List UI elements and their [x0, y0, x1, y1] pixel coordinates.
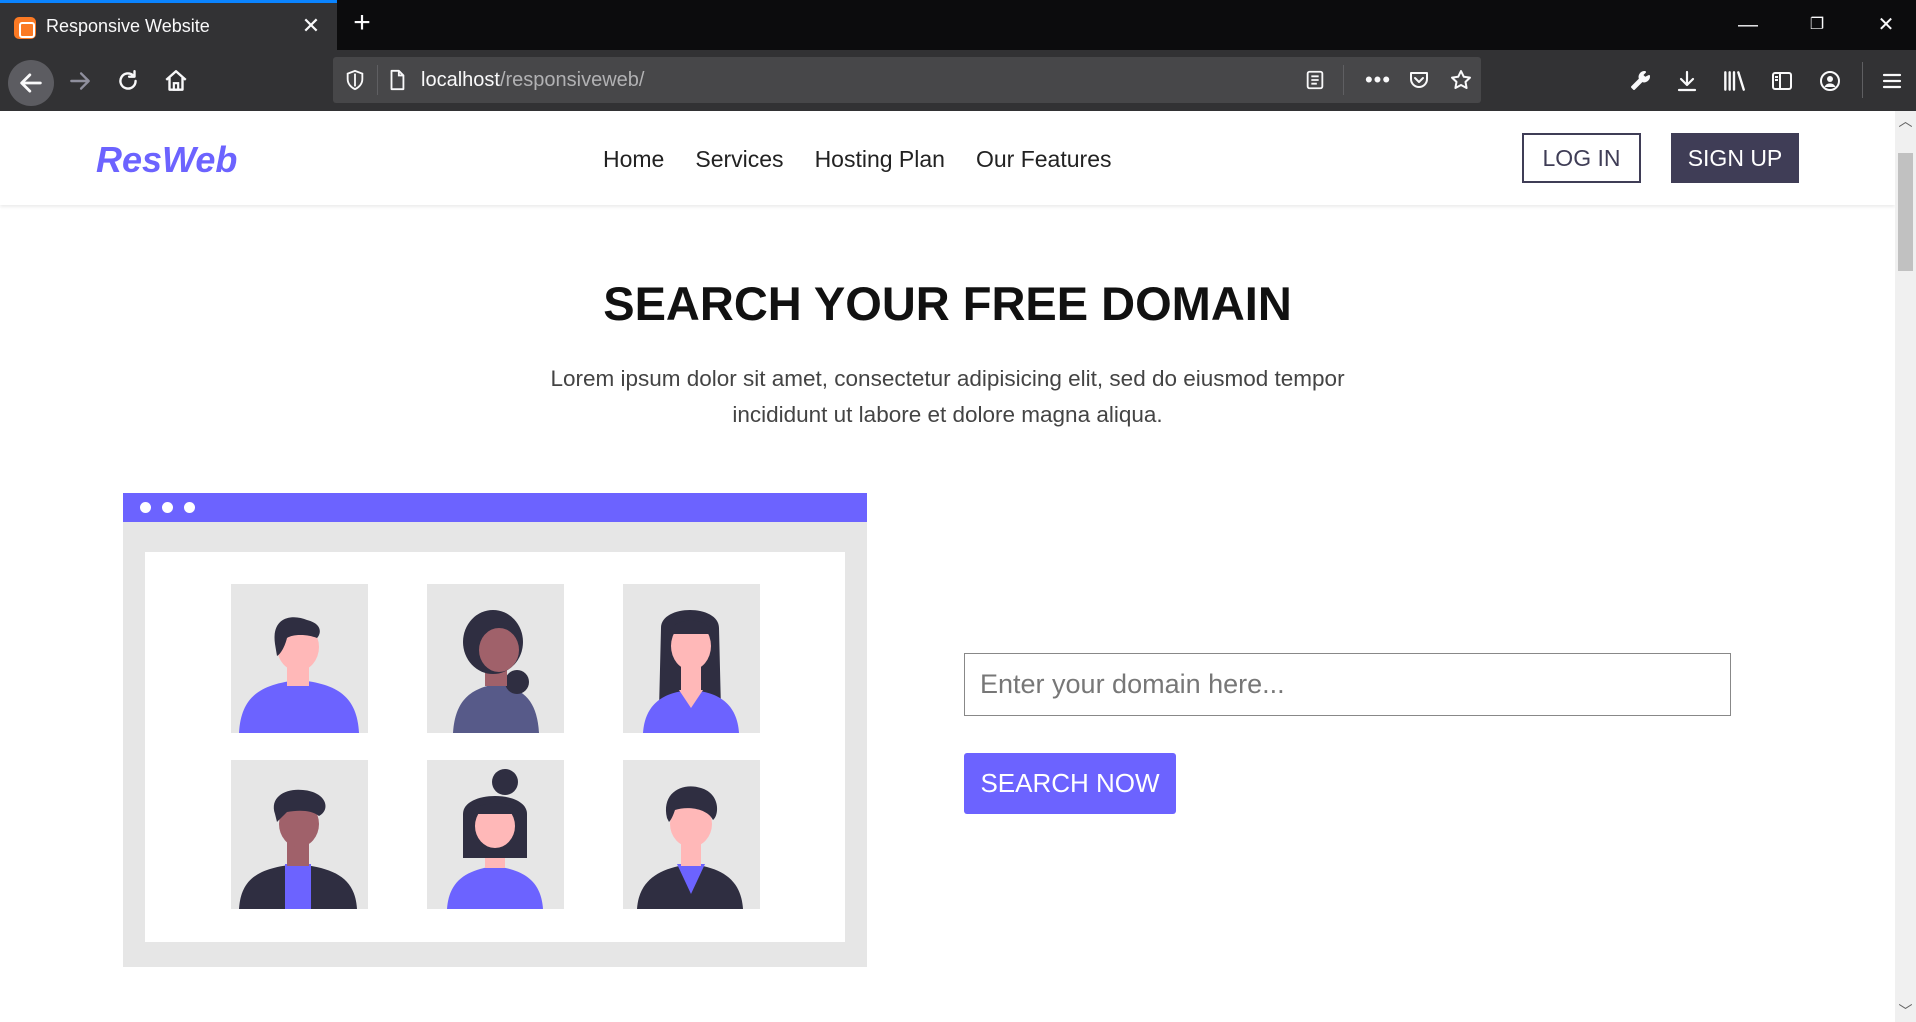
scroll-down-icon[interactable]: ﹀ [1895, 1001, 1916, 1022]
forward-icon[interactable] [60, 61, 100, 101]
site-header: ResWeb Home Services Hosting Plan Our Fe… [0, 111, 1895, 205]
hero-subtitle-line-1: Lorem ipsum dolor sit amet, consectetur … [550, 366, 1345, 391]
person-avatar-icon [623, 760, 760, 909]
nav-home[interactable]: Home [603, 146, 664, 173]
url-bar[interactable]: localhost/responsiveweb/ ••• [333, 57, 1481, 103]
library-icon[interactable] [1714, 61, 1754, 101]
illustration-window-bar [123, 493, 867, 522]
search-now-button[interactable]: SEARCH NOW [964, 753, 1176, 814]
illustration-panel [145, 552, 845, 942]
login-button[interactable]: LOG IN [1522, 133, 1641, 183]
domain-search-input[interactable] [964, 653, 1731, 716]
person-avatar-icon [427, 760, 564, 909]
shield-icon[interactable] [335, 60, 375, 100]
browser-nav-bar: localhost/responsiveweb/ ••• [0, 50, 1916, 111]
site-logo[interactable]: ResWeb [96, 139, 237, 181]
download-icon[interactable] [1667, 61, 1707, 101]
reload-icon[interactable] [108, 61, 148, 101]
url-host: localhost [421, 69, 500, 91]
bookmark-star-icon[interactable] [1441, 60, 1481, 100]
browser-tab[interactable]: Responsive Website ✕ [0, 0, 337, 50]
scroll-thumb[interactable] [1898, 153, 1913, 271]
home-icon[interactable] [156, 61, 196, 101]
window-dot-icon [184, 502, 195, 513]
hero-subtitle-line-2: incididunt ut labore et dolore magna ali… [732, 402, 1163, 427]
nav-our-features[interactable]: Our Features [976, 146, 1112, 173]
hero-subtitle: Lorem ipsum dolor sit amet, consectetur … [510, 361, 1385, 433]
nav-services[interactable]: Services [695, 146, 783, 173]
person-avatar-icon [623, 584, 760, 733]
window-close-icon[interactable]: ✕ [1866, 10, 1906, 40]
url-path: /responsiveweb/ [499, 69, 645, 91]
person-avatar-icon [231, 760, 368, 909]
tab-close-icon[interactable]: ✕ [299, 14, 323, 38]
person-avatar-icon [231, 584, 368, 733]
back-icon[interactable] [8, 60, 54, 106]
person-avatar-icon [427, 584, 564, 733]
wrench-icon[interactable] [1620, 61, 1660, 101]
toolbar-separator [1862, 62, 1863, 98]
pocket-icon[interactable] [1399, 60, 1439, 100]
window-dot-icon [140, 502, 151, 513]
web-page: ResWeb Home Services Hosting Plan Our Fe… [0, 111, 1895, 1022]
new-tab-icon[interactable]: + [347, 8, 377, 38]
scroll-up-icon[interactable]: ︿ [1895, 111, 1916, 132]
account-icon[interactable] [1810, 61, 1850, 101]
xampp-favicon-icon [14, 17, 36, 39]
signup-button[interactable]: SIGN UP [1671, 133, 1799, 183]
window-dot-icon [162, 502, 173, 513]
restore-icon[interactable]: ❐ [1797, 10, 1837, 40]
page-scrollbar[interactable]: ︿ ﹀ [1895, 111, 1916, 1022]
nav-hosting-plan[interactable]: Hosting Plan [815, 146, 945, 173]
url-separator-2 [1343, 65, 1344, 95]
tab-title: Responsive Website [46, 16, 210, 36]
page-icon [377, 60, 417, 100]
reader-view-icon[interactable] [1295, 60, 1335, 100]
browser-tab-bar: Responsive Website ✕ + — ❐ ✕ [0, 0, 1916, 50]
minimize-icon[interactable]: — [1728, 10, 1768, 40]
url-text[interactable]: localhost/responsiveweb/ [421, 69, 644, 92]
hero-title: SEARCH YOUR FREE DOMAIN [603, 277, 1292, 330]
more-actions-icon[interactable]: ••• [1358, 60, 1398, 100]
site-nav: Home Services Hosting Plan Our Features [603, 146, 1111, 173]
sidebar-icon[interactable] [1762, 61, 1802, 101]
menu-icon[interactable] [1872, 61, 1912, 101]
team-illustration [123, 493, 867, 967]
